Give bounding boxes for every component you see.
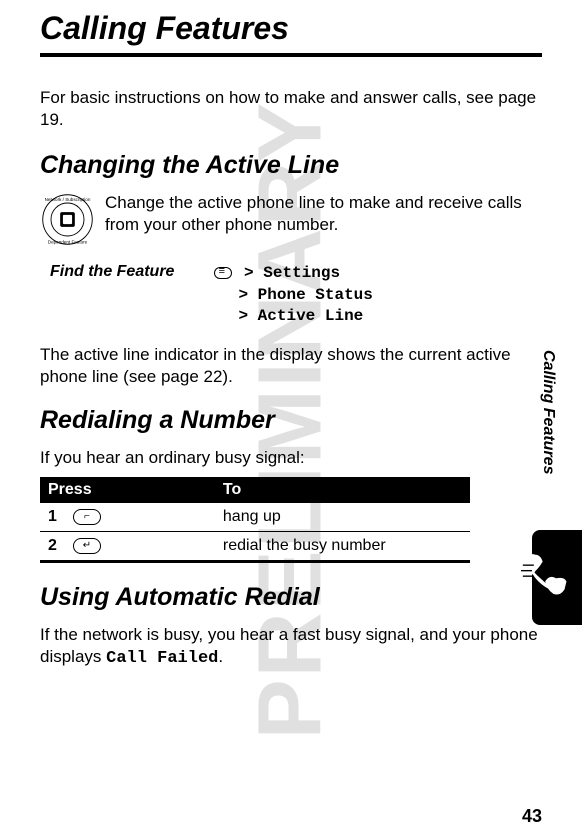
- table-row: 1 ⌐ hang up: [40, 503, 470, 532]
- step-number: 2: [40, 532, 65, 562]
- section3-suffix: .: [218, 647, 223, 666]
- section-redialing-title: Redialing a Number: [40, 406, 542, 435]
- section3-mono: Call Failed: [106, 649, 218, 668]
- chapter-title: Calling Features: [40, 10, 542, 47]
- table-header-press: Press: [40, 477, 215, 503]
- table-header-to: To: [215, 477, 470, 503]
- title-underline: [40, 53, 542, 57]
- action-table: Press To 1 ⌐ hang up 2 ↵ redial the busy…: [40, 477, 470, 563]
- action-cell: hang up: [215, 503, 470, 532]
- menu-path-line1: Settings: [263, 264, 340, 282]
- section-auto-redial-title: Using Automatic Redial: [40, 583, 542, 612]
- svg-text:Dependent Feature: Dependent Feature: [48, 240, 88, 245]
- send-key-icon: ↵: [73, 538, 101, 554]
- page-number: 43: [522, 806, 542, 827]
- intro-paragraph: For basic instructions on how to make an…: [40, 87, 542, 131]
- network-dependent-feature-icon: Network / Subscription Dependent Feature: [40, 192, 95, 247]
- section3-text: If the network is busy, you hear a fast …: [40, 624, 542, 670]
- menu-path-line2: Phone Status: [258, 286, 373, 304]
- section-changing-line-title: Changing the Active Line: [40, 151, 542, 180]
- find-feature-label: Find the Feature: [50, 263, 174, 328]
- menu-path-line3: Active Line: [258, 307, 364, 325]
- end-key-icon: ⌐: [73, 509, 101, 525]
- section1-description: Change the active phone line to make and…: [105, 192, 542, 236]
- table-row: 2 ↵ redial the busy number: [40, 532, 470, 562]
- step-number: 1: [40, 503, 65, 532]
- section2-intro: If you hear an ordinary busy signal:: [40, 447, 542, 469]
- svg-text:Network / Subscription: Network / Subscription: [45, 197, 91, 202]
- menu-key-icon: [214, 267, 232, 279]
- action-cell: redial the busy number: [215, 532, 470, 562]
- menu-path: > Settings > Phone Status > Active Line: [214, 263, 372, 328]
- section1-footer: The active line indicator in the display…: [40, 344, 542, 388]
